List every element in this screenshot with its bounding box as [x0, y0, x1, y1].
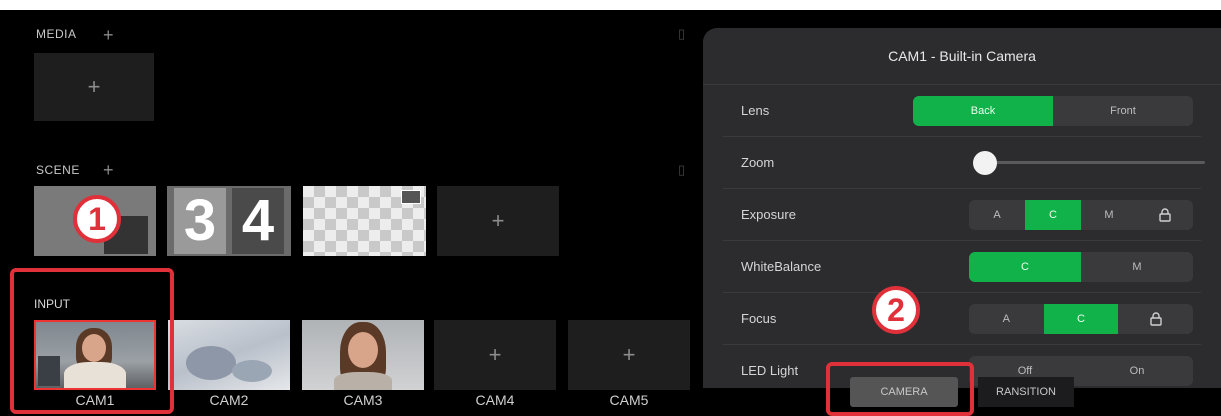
cam5-add-tile[interactable]: +	[568, 320, 690, 390]
pip-preview	[401, 190, 421, 204]
scene-add-button[interactable]: +	[103, 161, 114, 179]
led-light-label: LED Light	[741, 362, 799, 378]
app-window: MEDIA + + SCENE + ▯ ▯ 3 4 + INPUT + + CA…	[0, 0, 1221, 416]
camera-settings-panel: CAM1 - Built-in Camera Lens Back Front Z…	[703, 28, 1221, 388]
highlight-camera-tab-box	[826, 362, 974, 416]
person-face	[348, 332, 378, 368]
lock-icon[interactable]	[1118, 304, 1193, 334]
focus-label: Focus	[741, 310, 777, 326]
lens-label: Lens	[741, 102, 770, 118]
person-body	[334, 372, 392, 390]
panel-title: CAM1 - Built-in Camera	[703, 28, 1221, 85]
focus-auto-option[interactable]: A	[969, 304, 1044, 334]
lens-row: Lens Back Front	[723, 84, 1201, 137]
trash-icon[interactable]: ▯	[678, 162, 685, 178]
exposure-auto-option[interactable]: A	[969, 200, 1025, 230]
plus-icon: +	[488, 342, 502, 367]
callout-number-2: 2	[872, 286, 920, 334]
cam5-label: CAM5	[609, 392, 649, 408]
wb-c-option[interactable]: C	[969, 252, 1081, 282]
exposure-c-option[interactable]: C	[1025, 200, 1081, 230]
scene-digit: 4	[232, 188, 284, 254]
focus-row: Focus A C	[723, 292, 1201, 345]
plus-icon: +	[622, 342, 636, 367]
zoom-row: Zoom	[723, 136, 1205, 189]
exposure-segmented-control: A C M	[969, 200, 1193, 230]
callout-number-1: 1	[73, 195, 121, 243]
scene-thumbnail-3[interactable]	[303, 186, 426, 256]
lens-front-option[interactable]: Front	[1053, 96, 1193, 126]
lens-segmented-control: Back Front	[913, 96, 1193, 126]
scene-add-tile[interactable]: +	[437, 186, 559, 256]
media-label: MEDIA	[36, 27, 77, 41]
lock-icon[interactable]	[1137, 200, 1193, 230]
wb-manual-option[interactable]: M	[1081, 252, 1193, 282]
focus-segmented-control: A C	[969, 304, 1193, 334]
plus-icon: +	[87, 74, 101, 99]
zoom-slider-knob[interactable]	[973, 151, 997, 175]
exposure-manual-option[interactable]: M	[1081, 200, 1137, 230]
lens-back-option[interactable]: Back	[913, 96, 1053, 126]
focus-c-option[interactable]: C	[1043, 304, 1119, 334]
led-on-option[interactable]: On	[1081, 356, 1193, 386]
plus-icon: +	[491, 208, 505, 233]
transition-tab[interactable]: RANSITION	[978, 377, 1074, 407]
cam3-label: CAM3	[343, 392, 383, 408]
scene-digit: 3	[174, 188, 226, 254]
cam4-label: CAM4	[475, 392, 515, 408]
media-add-tile[interactable]: +	[34, 53, 154, 121]
zoom-label: Zoom	[741, 154, 775, 170]
cam4-add-tile[interactable]: +	[434, 320, 556, 390]
cam2-label: CAM2	[209, 392, 249, 408]
product-shape	[232, 360, 272, 382]
exposure-label: Exposure	[741, 206, 796, 222]
scene-thumbnail-2[interactable]: 3 4	[167, 186, 291, 256]
zoom-slider-track[interactable]	[985, 161, 1205, 164]
white-balance-label: WhiteBalance	[741, 258, 822, 274]
top-strip	[0, 0, 1221, 10]
white-balance-row: WhiteBalance C M	[723, 240, 1201, 293]
media-add-button[interactable]: +	[103, 26, 114, 44]
trash-icon[interactable]: ▯	[678, 26, 685, 42]
white-balance-segmented-control: C M	[969, 252, 1193, 282]
cam2-thumbnail[interactable]	[168, 320, 290, 390]
highlight-input-box	[10, 268, 174, 414]
cam3-thumbnail[interactable]	[302, 320, 424, 390]
exposure-row: Exposure A C M	[723, 188, 1201, 241]
product-shape	[186, 346, 236, 380]
scene-label: SCENE	[36, 163, 80, 177]
